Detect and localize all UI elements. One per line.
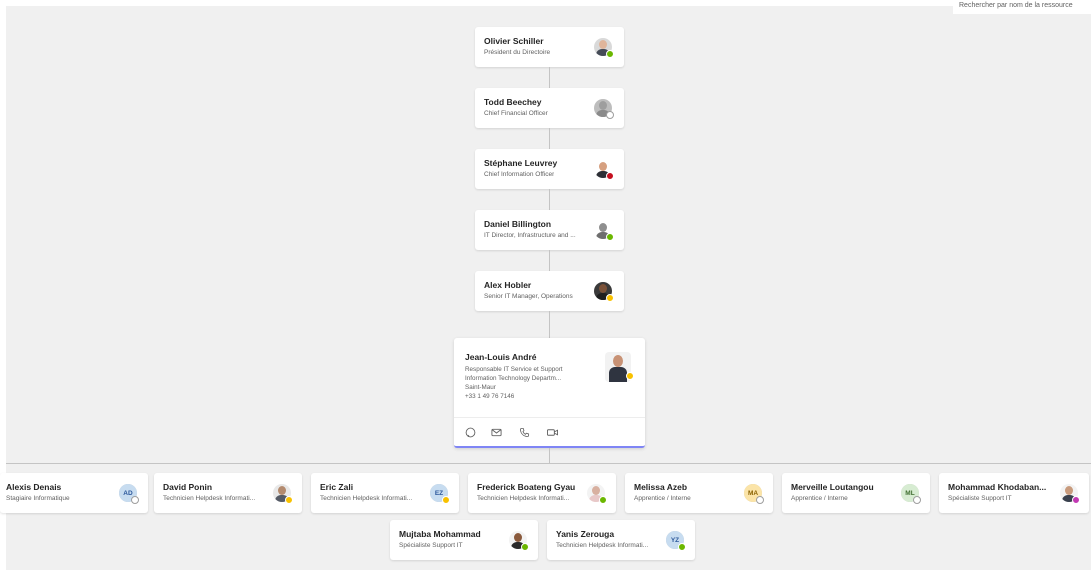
person-name: Stéphane Leuvrey bbox=[484, 158, 558, 168]
avatar bbox=[1060, 484, 1080, 504]
org-card-merveille-loutangou[interactable]: Merveille Loutangou Apprentice / Interne… bbox=[782, 473, 930, 513]
mail-icon[interactable] bbox=[491, 427, 502, 438]
presence-offline-icon bbox=[913, 496, 921, 504]
avatar bbox=[594, 160, 614, 180]
avatar bbox=[594, 221, 614, 241]
org-card-david-ponin[interactable]: David Ponin Technicien Helpdesk Informat… bbox=[154, 473, 302, 513]
person-name: Frederick Boateng Gyau bbox=[477, 482, 576, 492]
org-card-olivier-schiller[interactable]: Olivier Schiller Président du Directoire bbox=[475, 27, 624, 67]
avatar bbox=[605, 352, 634, 382]
presence-available-icon bbox=[606, 233, 614, 241]
org-card-todd-beechey[interactable]: Todd Beechey Chief Financial Officer bbox=[475, 88, 624, 128]
person-name: Yanis Zerouga bbox=[556, 529, 615, 539]
person-name: Jean-Louis André bbox=[465, 352, 537, 362]
person-title: Apprentice / Interne bbox=[791, 495, 848, 502]
person-title: Apprentice / Interne bbox=[634, 495, 691, 502]
person-name: Eric Zali bbox=[320, 482, 354, 492]
avatar bbox=[273, 484, 293, 504]
presence-offline-icon bbox=[756, 496, 764, 504]
org-card-stephane-leuvrey[interactable]: Stéphane Leuvrey Chief Information Offic… bbox=[475, 149, 624, 189]
person-title: Technicien Helpdesk Informati... bbox=[556, 542, 649, 549]
org-card-alexis-denais[interactable]: Alexis Denais Stagiaire Informatique AD bbox=[0, 473, 148, 513]
presence-offline-icon bbox=[131, 496, 139, 504]
presence-away-icon bbox=[285, 496, 293, 504]
avatar: ML bbox=[901, 484, 921, 504]
avatar bbox=[594, 99, 614, 119]
search-hint: Rechercher par nom de la ressource bbox=[953, 0, 1091, 14]
person-name: Daniel Billington bbox=[484, 219, 552, 229]
reports-divider bbox=[6, 463, 1091, 464]
org-card-yanis-zerouga[interactable]: Yanis Zerouga Technicien Helpdesk Inform… bbox=[547, 520, 695, 560]
person-location: Saint-Maur bbox=[465, 384, 496, 391]
person-name: Todd Beechey bbox=[484, 97, 542, 107]
presence-offline-icon bbox=[606, 111, 614, 119]
person-name: Melissa Azeb bbox=[634, 482, 688, 492]
person-title: Spécialiste Support IT bbox=[399, 542, 463, 549]
person-name: Olivier Schiller bbox=[484, 36, 544, 46]
presence-available-icon bbox=[678, 543, 686, 551]
avatar bbox=[587, 484, 607, 504]
avatar bbox=[594, 282, 614, 302]
avatar: EZ bbox=[430, 484, 450, 504]
person-title: Président du Directoire bbox=[484, 49, 551, 56]
org-card-mujtaba-mohammad[interactable]: Mujtaba Mohammad Spécialiste Support IT bbox=[390, 520, 538, 560]
person-name: Alex Hobler bbox=[484, 280, 532, 290]
presence-away-icon bbox=[606, 294, 614, 302]
presence-away-icon bbox=[626, 372, 634, 380]
person-title: Chief Financial Officer bbox=[484, 110, 548, 117]
person-title: Stagiaire Informatique bbox=[6, 495, 70, 502]
presence-away-icon bbox=[442, 496, 450, 504]
presence-available-icon bbox=[606, 50, 614, 58]
presence-status-icon bbox=[1072, 496, 1080, 504]
presence-available-icon bbox=[599, 496, 607, 504]
person-title: Technicien Helpdesk Informati... bbox=[320, 495, 413, 502]
person-name: David Ponin bbox=[163, 482, 213, 492]
org-card-frederick-boateng-gyau[interactable]: Frederick Boateng Gyau Technicien Helpde… bbox=[468, 473, 616, 513]
person-name: Mujtaba Mohammad bbox=[399, 529, 481, 539]
org-card-alex-hobler[interactable]: Alex Hobler Senior IT Manager, Operation… bbox=[475, 271, 624, 311]
video-icon[interactable] bbox=[546, 427, 559, 438]
person-title: Responsable IT Service et Support bbox=[465, 366, 563, 373]
person-title: Chief Information Officer bbox=[484, 171, 555, 178]
contact-action-bar bbox=[454, 417, 645, 446]
org-card-eric-zali[interactable]: Eric Zali Technicien Helpdesk Informati.… bbox=[311, 473, 459, 513]
person-name: Merveille Loutangou bbox=[791, 482, 874, 492]
org-chart-canvas: Olivier Schiller Président du Directoire… bbox=[0, 6, 1091, 570]
person-title: Senior IT Manager, Operations bbox=[484, 293, 573, 300]
person-name: Mohammad Khodaban... bbox=[948, 482, 1047, 492]
avatar bbox=[509, 531, 529, 551]
person-title: Spécialiste Support IT bbox=[948, 495, 1012, 502]
avatar: MA bbox=[744, 484, 764, 504]
person-department: Information Technology Departm... bbox=[465, 375, 562, 382]
chat-icon[interactable] bbox=[465, 427, 476, 438]
person-title: Technicien Helpdesk Informati... bbox=[477, 495, 570, 502]
avatar bbox=[594, 38, 614, 58]
presence-available-icon bbox=[521, 543, 529, 551]
avatar: YZ bbox=[666, 531, 686, 551]
person-name: Alexis Denais bbox=[6, 482, 62, 492]
org-card-daniel-billington[interactable]: Daniel Billington IT Director, Infrastru… bbox=[475, 210, 624, 250]
presence-busy-icon bbox=[606, 172, 614, 180]
person-title: IT Director, Infrastructure and ... bbox=[484, 232, 576, 239]
selected-person-card[interactable]: Jean-Louis André Responsable IT Service … bbox=[454, 338, 645, 448]
avatar: AD bbox=[119, 484, 139, 504]
person-title: Technicien Helpdesk Informati... bbox=[163, 495, 256, 502]
org-card-melissa-azeb[interactable]: Melissa Azeb Apprentice / Interne MA bbox=[625, 473, 773, 513]
phone-icon[interactable] bbox=[519, 427, 530, 438]
org-card-mohammad-khodaban[interactable]: Mohammad Khodaban... Spécialiste Support… bbox=[939, 473, 1089, 513]
person-phone: +33 1 49 76 7146 bbox=[465, 393, 515, 400]
